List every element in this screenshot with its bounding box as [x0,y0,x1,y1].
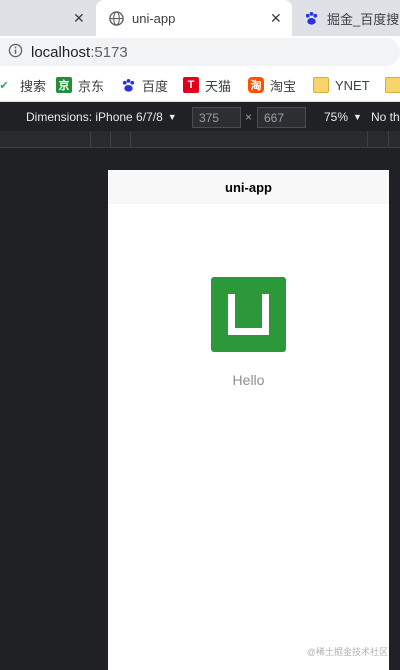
tab-previous[interactable]: ✕ [0,0,96,36]
bookmark-jd[interactable]: 京 京东 [56,68,104,102]
close-tab-icon[interactable]: ✕ [270,10,282,27]
bookmark-tmall[interactable]: T 天猫 [183,68,231,102]
watermark: @稀土掘金技术社区 [306,647,388,657]
ruler-tick [110,131,111,148]
app-navbar: uni-app [108,170,389,204]
uni-app-logo [211,277,286,352]
uni-logo-mark [228,294,269,335]
bookmark-ynet[interactable]: YNET [313,68,370,102]
throttle-select[interactable]: No th [371,103,400,131]
folder-icon [385,77,400,93]
ruler-tick [90,131,91,148]
zoom-select[interactable]: 75% ▼ [324,103,362,131]
device-toolbar: Dimensions: iPhone 6/7/8 ▼ 375 × 667 75%… [0,103,400,131]
device-viewport: uni-app Hello [108,170,389,670]
tab-strip: ✕ uni-app ✕ 掘金_百度搜索 [0,0,400,36]
globe-icon [108,10,124,26]
tmall-icon: T [183,77,199,93]
url-host: localhost [31,43,91,61]
baidu-paw-icon [304,10,319,26]
tab-baidu-search[interactable]: 掘金_百度搜索 [300,0,400,36]
address-bar[interactable]: localhost:5173 [0,38,400,66]
tab-title: uni-app [132,10,176,26]
bookmark-search[interactable]: ✔ 搜索 [0,68,46,102]
tab-uni-app[interactable]: uni-app ✕ [96,0,292,36]
device-select[interactable]: Dimensions: iPhone 6/7/8 ▼ [26,103,177,131]
bookmark-folder[interactable] [385,68,400,102]
bookmark-baidu[interactable]: 百度 [120,68,168,102]
dropdown-arrow-icon: ▼ [167,112,177,122]
bookmark-taobao[interactable]: 淘 淘宝 [248,68,296,102]
dimension-separator: × [245,110,253,124]
ruler-tick [388,131,389,148]
jd-icon: 京 [56,77,72,93]
width-input[interactable]: 375 [192,107,241,128]
url-port: :5173 [90,43,128,61]
ruler-tick [367,131,368,148]
hello-text: Hello [232,372,265,388]
dropdown-arrow-icon: ▼ [353,112,362,122]
info-icon[interactable] [8,43,23,62]
address-bar-row: localhost:5173 [0,36,400,68]
baidu-paw-icon [120,77,136,93]
taobao-icon: 淘 [248,77,264,93]
tab-title: 掘金_百度搜索 [327,11,400,27]
bookmarks-bar: ✔ 搜索 京 京东 百度 T 天猫 淘 淘宝 YNET [0,68,400,102]
close-tab-icon[interactable]: ✕ [73,10,85,27]
height-input[interactable]: 667 [257,107,306,128]
folder-icon [313,77,329,93]
ruler-tick [130,131,131,148]
viewport-stage: uni-app Hello @稀土掘金技术社区 [0,148,400,670]
check-icon: ✔ [0,79,9,92]
media-query-bar[interactable] [0,131,400,148]
page-title: uni-app [225,179,272,195]
